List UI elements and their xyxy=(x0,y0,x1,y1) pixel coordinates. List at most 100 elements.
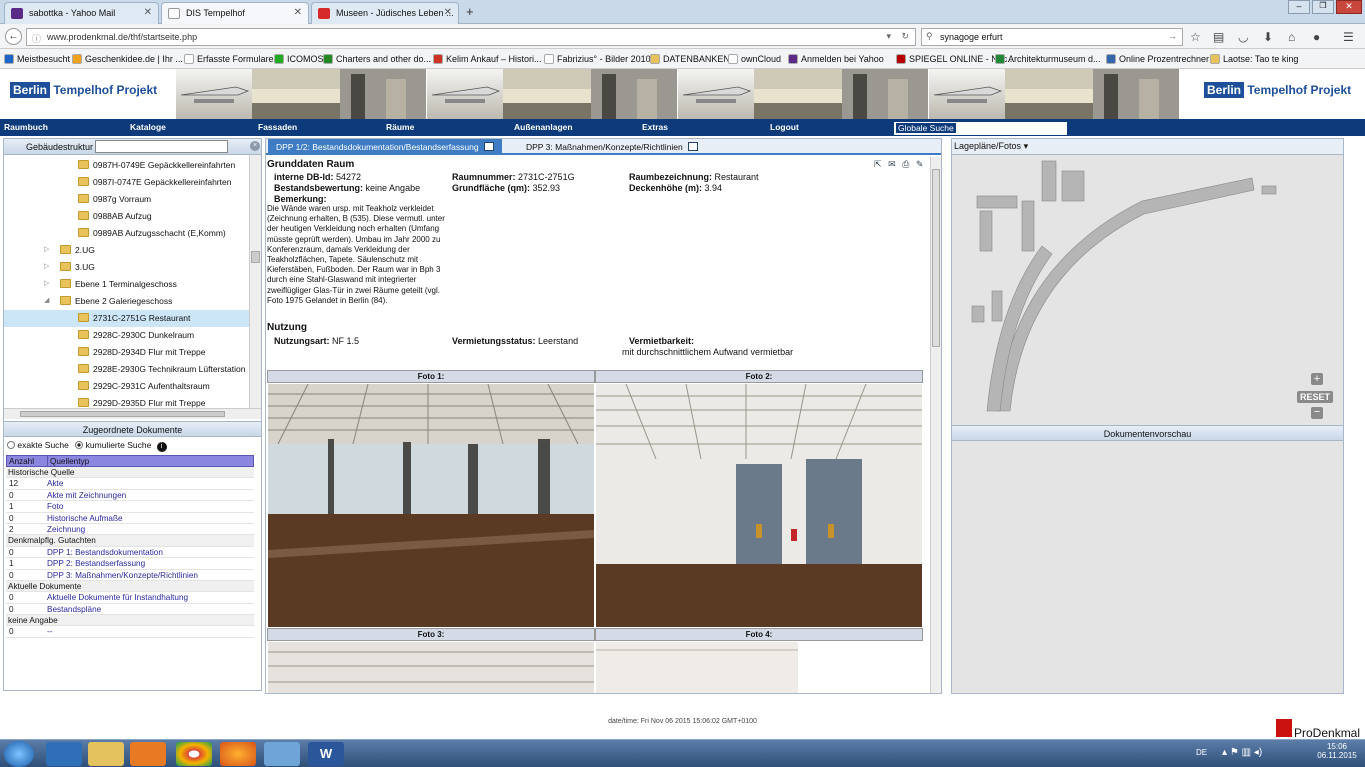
export-icon[interactable]: ⇱ xyxy=(874,159,882,169)
tree-item[interactable]: 2929C-2931C Aufenthaltsraum xyxy=(4,378,249,395)
prodenkmal-brand[interactable]: ProDenkmal xyxy=(1294,726,1360,740)
expander-icon[interactable]: ◢ xyxy=(44,296,49,304)
browser-tab-museen[interactable]: Museen - Jüdisches Leben ... ✕ xyxy=(311,2,459,24)
menu-logout[interactable]: Logout xyxy=(770,122,799,132)
bookmark-item[interactable]: Anmelden bei Yahoo xyxy=(788,54,884,64)
menu-kataloge[interactable]: Kataloge xyxy=(130,122,166,132)
tree-item[interactable]: 2928D-2934D Flur mit Treppe xyxy=(4,344,249,361)
tree-item[interactable]: ▷ 3.UG xyxy=(4,259,249,276)
maximize-icon[interactable]: ❐ xyxy=(1312,0,1334,14)
photo4-image[interactable] xyxy=(596,642,798,693)
bookmark-item[interactable]: Erfasste Formulare xyxy=(184,54,274,64)
doc-row[interactable]: 12 Akte xyxy=(6,478,254,490)
doc-type-link[interactable]: Akte mit Zeichnungen xyxy=(47,491,126,500)
menu-aussenanlagen[interactable]: Außenanlagen xyxy=(514,122,573,132)
bookmark-item[interactable]: Kelim Ankauf – Histori... xyxy=(433,54,542,64)
photo1-image[interactable] xyxy=(268,384,594,627)
thunderbird-icon[interactable] xyxy=(264,742,300,766)
bookmark-item[interactable]: Laotse: Tao te king xyxy=(1210,54,1298,64)
plans-header[interactable]: Lagepläne/Fotos ▾ xyxy=(952,139,1343,155)
bookmark-item[interactable]: Meistbesucht xyxy=(4,54,70,64)
close-window-icon[interactable]: ✕ xyxy=(1336,0,1362,14)
doc-row[interactable]: 0 Akte mit Zeichnungen xyxy=(6,490,254,502)
volume-icon[interactable]: ◂) xyxy=(1254,747,1262,758)
close-tab-icon[interactable]: ✕ xyxy=(444,7,452,18)
new-tab-button[interactable]: + xyxy=(466,4,474,19)
language-indicator[interactable]: DE xyxy=(1196,748,1207,757)
bookmark-item[interactable]: Charters and other do... xyxy=(323,54,431,64)
menu-raumbuch[interactable]: Raumbuch xyxy=(4,122,48,132)
browser-tab-yahoo-mail[interactable]: sabottka - Yahoo Mail ✕ xyxy=(4,2,159,24)
browser-tab-dis-tempelhof[interactable]: DIS Tempelhof ✕ xyxy=(161,2,309,24)
word-icon[interactable]: W xyxy=(308,742,344,766)
tree-item[interactable]: 0987I-0747E Gepäckkellereinfahrten xyxy=(4,174,249,191)
doc-type-link[interactable]: Zeichnung xyxy=(47,525,85,534)
url-bar[interactable]: ⓘ www.prodenkmal.de/thf/startseite.php ▾… xyxy=(26,28,916,46)
tree-item[interactable]: 2928E-2930G Technikraum Lüfterstation xyxy=(4,361,249,378)
site-plan-map[interactable]: + RESET − xyxy=(952,156,1343,422)
tree-item[interactable]: ◢ Ebene 2 Galeriegeschoss xyxy=(4,293,249,310)
expander-icon[interactable]: ▷ xyxy=(44,262,49,270)
site-logo-left[interactable]: Berlin Tempelhof Projekt xyxy=(10,82,157,98)
go-arrow-icon[interactable]: → xyxy=(1168,31,1177,41)
doc-type-link[interactable]: Foto xyxy=(47,502,63,511)
tree-item[interactable]: ▷ 2.UG xyxy=(4,242,249,259)
photo2-image[interactable] xyxy=(596,384,922,627)
bookmark-item[interactable]: ICOMOS xyxy=(274,54,324,64)
pen-icon[interactable]: ✎ xyxy=(916,159,924,169)
zoom-out-icon[interactable]: − xyxy=(1311,407,1323,419)
site-logo-right[interactable]: Berlin Tempelhof Projekt xyxy=(1204,82,1351,98)
hscroll-thumb[interactable] xyxy=(20,411,225,417)
tray-arrow-icon[interactable]: ▴ xyxy=(1222,747,1227,758)
close-tab-icon[interactable]: ✕ xyxy=(294,7,302,18)
doc-row[interactable]: 0 Aktuelle Dokumente für Instandhaltung xyxy=(6,592,254,604)
minimize-icon[interactable]: – xyxy=(1288,0,1310,14)
menu-raeume[interactable]: Räume xyxy=(386,122,414,132)
bookmark-item[interactable]: DATENBANKEN xyxy=(650,54,730,64)
edit-icon[interactable] xyxy=(688,142,699,151)
doc-row[interactable]: 0 DPP 1: Bestandsdokumentation xyxy=(6,547,254,559)
menu-fassaden[interactable]: Fassaden xyxy=(258,122,297,132)
doc-row[interactable]: 2 Zeichnung xyxy=(6,524,254,536)
library-icon[interactable]: ▤ xyxy=(1213,30,1224,44)
reload-icon[interactable]: ↻ xyxy=(901,31,909,42)
tree-item[interactable]: ▷ Ebene 1 Terminalgeschoss xyxy=(4,276,249,293)
expander-icon[interactable]: ▷ xyxy=(44,245,49,253)
tree-item[interactable]: 2731C-2751G Restaurant xyxy=(4,310,249,327)
dropdown-icon[interactable]: ▾ xyxy=(886,31,891,42)
edit-icon[interactable] xyxy=(483,142,494,151)
doc-row[interactable]: 0 -- xyxy=(6,626,254,638)
doc-type-link[interactable]: Akte xyxy=(47,479,63,488)
doc-type-link[interactable]: Historische Aufmaße xyxy=(47,514,123,523)
center-scrollbar[interactable] xyxy=(930,157,941,693)
mail-icon[interactable]: ✉ xyxy=(888,159,896,169)
tab-dpp3[interactable]: DPP 3: Maßnahmen/Konzepte/Richtlinien xyxy=(518,139,706,155)
tree-scrollbar[interactable] xyxy=(249,155,261,408)
tree-item[interactable]: 0987H-0749E Gepäckkellereinfahrten xyxy=(4,157,249,174)
tree-item[interactable]: 0987g Vorraum xyxy=(4,191,249,208)
doc-type-link[interactable]: -- xyxy=(47,627,52,636)
back-icon[interactable]: ← xyxy=(5,28,22,45)
bookmark-item[interactable]: Fabrizius° - Bilder 2010 xyxy=(544,54,651,64)
media-player-icon[interactable] xyxy=(130,742,166,766)
home-icon[interactable]: ⌂ xyxy=(1288,30,1295,44)
firefox-icon[interactable] xyxy=(220,742,256,766)
bookmark-item[interactable]: ownCloud xyxy=(728,54,781,64)
menu-extras[interactable]: Extras xyxy=(642,122,668,132)
scroll-thumb[interactable] xyxy=(251,251,260,263)
tab-dpp12[interactable]: DPP 1/2: Bestandsdokumentation/Bestandse… xyxy=(268,139,502,155)
zoom-in-icon[interactable]: + xyxy=(1311,373,1323,385)
tree-item[interactable]: 0988AB Aufzug xyxy=(4,208,249,225)
doc-row[interactable]: 0 Historische Aufmaße xyxy=(6,513,254,524)
doc-type-link[interactable]: DPP 1: Bestandsdokumentation xyxy=(47,548,163,557)
doc-row[interactable]: 1 DPP 2: Bestandserfassung xyxy=(6,558,254,570)
print-icon[interactable]: ⎙ xyxy=(902,159,909,169)
radio-cumulative[interactable] xyxy=(75,441,84,449)
bookmark-item[interactable]: Geschenkidee.de | Ihr ... xyxy=(72,54,183,64)
clock[interactable]: 15:06 06.11.2015 xyxy=(1312,742,1362,760)
bookmark-item[interactable]: Architekturmuseum d... xyxy=(995,54,1101,64)
bookmark-item[interactable]: Online Prozentrechner xyxy=(1106,54,1209,64)
tree-hscrollbar[interactable] xyxy=(4,408,261,419)
photo3-image[interactable] xyxy=(268,642,594,693)
tree-item[interactable]: 2929D-2935D Flur mit Treppe xyxy=(4,395,249,408)
